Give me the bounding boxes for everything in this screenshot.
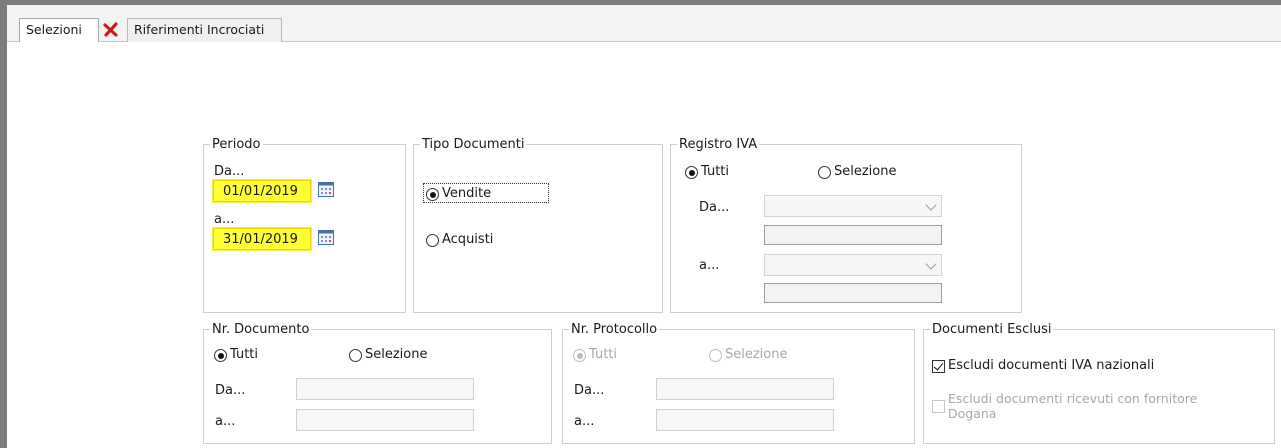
radio-protocollo-selezione-label: Selezione (725, 347, 788, 362)
protocollo-to-input (656, 409, 834, 431)
radio-documento-tutti[interactable] (214, 349, 227, 362)
periodo-from-value: 01/01/2019 (223, 184, 298, 199)
documento-to-label: a... (215, 414, 236, 429)
radio-acquisti[interactable] (426, 234, 439, 247)
close-icon[interactable] (102, 21, 120, 39)
registro-to-description (764, 283, 942, 303)
selection-panel: Periodo Da... 01/01/2019 a... 31/01/2019… (7, 42, 1281, 448)
radio-registro-selezione-label[interactable]: Selezione (834, 164, 897, 179)
window-frame-left (0, 0, 7, 448)
tab-selezioni[interactable]: Selezioni (19, 18, 99, 43)
radio-documento-selezione-label[interactable]: Selezione (365, 347, 428, 362)
tab-riferimenti-incrociati[interactable]: Riferimenti Incrociati (127, 18, 282, 42)
registro-from-label: Da... (699, 200, 730, 215)
documento-to-input[interactable] (296, 409, 474, 431)
group-documenti-esclusi: Documenti Esclusi (923, 322, 1275, 444)
protocollo-from-input (656, 378, 834, 400)
radio-registro-selezione[interactable] (818, 166, 831, 179)
periodo-to-label: a... (214, 212, 235, 227)
calendar-icon[interactable] (318, 230, 334, 246)
group-documenti-esclusi-legend: Documenti Esclusi (932, 322, 1052, 337)
checkbox-escludi-iva-nazionali-label[interactable]: Escludi documenti IVA nazionali (948, 358, 1154, 373)
checkbox-escludi-dogana (932, 400, 945, 413)
chevron-down-icon (925, 199, 937, 211)
registro-to-label: a... (699, 258, 720, 273)
chevron-down-icon (925, 258, 937, 270)
periodo-to-value: 31/01/2019 (223, 232, 298, 247)
periodo-to-input[interactable]: 31/01/2019 (213, 228, 311, 250)
periodo-from-input[interactable]: 01/01/2019 (213, 180, 311, 202)
registro-to-select[interactable] (764, 254, 942, 276)
radio-vendite-focus-outline (423, 183, 549, 203)
calendar-icon[interactable] (318, 182, 334, 198)
checkbox-escludi-iva-nazionali[interactable] (932, 360, 945, 373)
radio-documento-tutti-label[interactable]: Tutti (230, 347, 258, 362)
radio-registro-tutti-label[interactable]: Tutti (701, 164, 729, 179)
registro-from-description (764, 225, 942, 245)
group-periodo-legend: Periodo (212, 137, 261, 152)
radio-registro-tutti[interactable] (685, 166, 698, 179)
checkbox-escludi-dogana-label-line1: Escludi documenti ricevuti con fornitore (948, 391, 1198, 406)
group-nr-documento-legend: Nr. Documento (212, 322, 310, 337)
documento-from-input[interactable] (296, 378, 474, 400)
radio-acquisti-label[interactable]: Acquisti (442, 232, 493, 247)
protocollo-to-label: a... (574, 414, 595, 429)
periodo-from-label: Da... (214, 164, 245, 179)
documento-from-label: Da... (215, 383, 246, 398)
radio-protocollo-tutti-label: Tutti (589, 347, 618, 362)
group-tipo-documenti-legend: Tipo Documenti (422, 137, 525, 152)
group-nr-protocollo-legend: Nr. Protocollo (571, 322, 658, 337)
tab-bar: Selezioni Riferimenti Incrociati (7, 5, 1281, 43)
registro-from-select[interactable] (764, 195, 942, 217)
radio-protocollo-selezione (709, 349, 722, 362)
radio-documento-selezione[interactable] (349, 349, 362, 362)
checkbox-escludi-dogana-label-line2: Dogana (948, 406, 997, 421)
group-registro-iva-legend: Registro IVA (679, 137, 758, 152)
group-tipo-documenti: Tipo Documenti (413, 137, 663, 313)
radio-protocollo-tutti (573, 349, 586, 362)
protocollo-from-label: Da... (574, 383, 605, 398)
